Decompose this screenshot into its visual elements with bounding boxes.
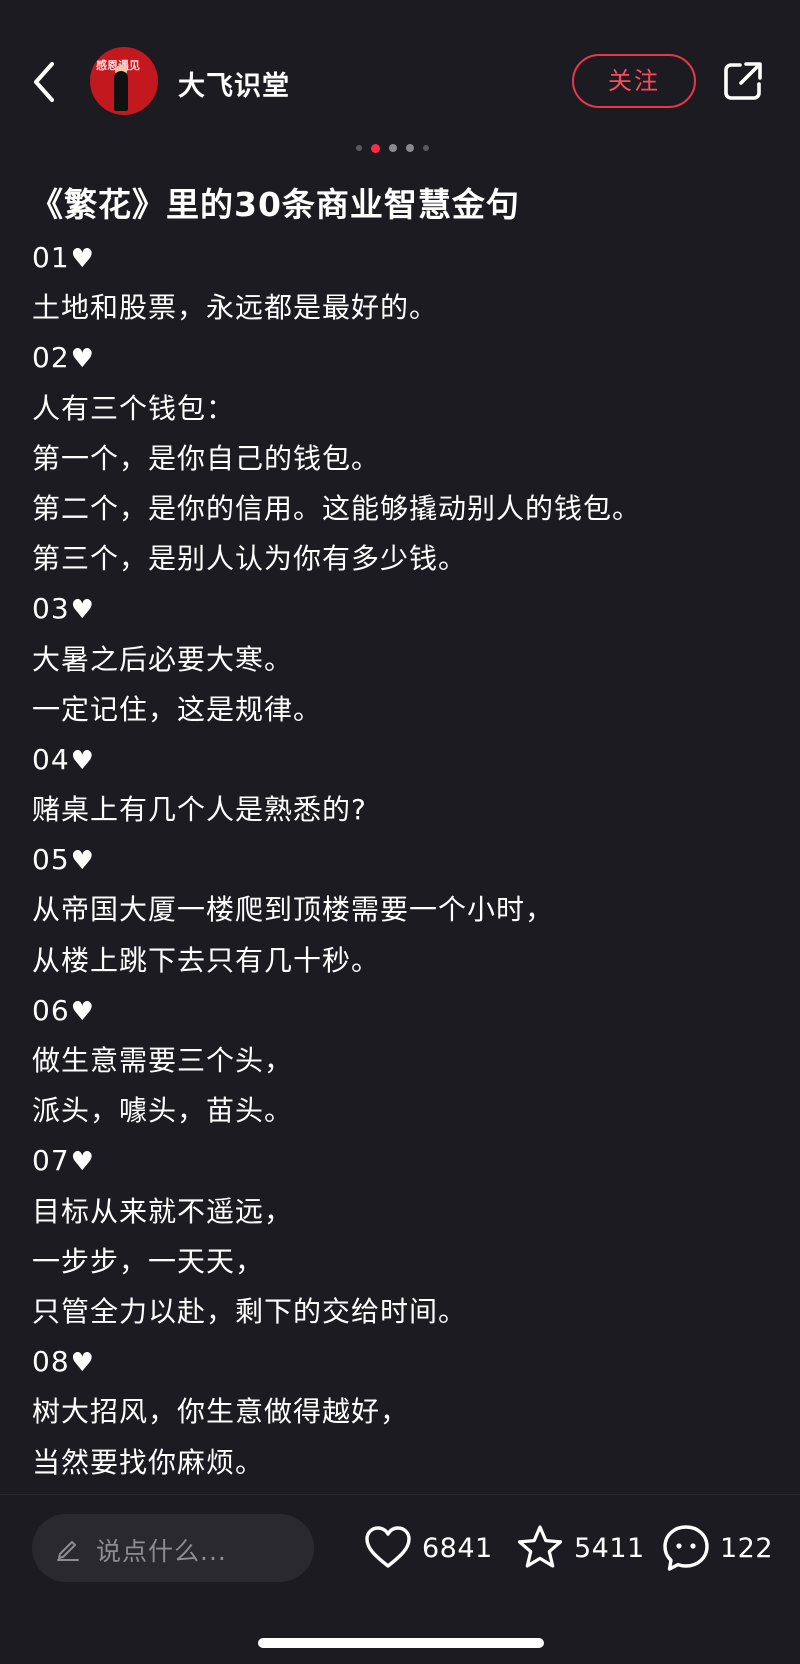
- quote-text-label: 人有三个钱包：: [32, 391, 236, 425]
- pager-dot: [406, 144, 414, 152]
- quote-text-label: 大暑之后必要大寒。: [32, 642, 294, 676]
- quote-text-label: 当然要找你麻烦。: [32, 1445, 265, 1479]
- heart-icon: ♥: [70, 1348, 95, 1379]
- quote-number-label: 04: [32, 742, 70, 776]
- like-count: 6841: [422, 1532, 493, 1564]
- heart-icon: ♥: [70, 846, 95, 877]
- post-detail-screen: 感恩遇见 大飞识堂 关注 《繁花》里的30条商业智慧金句 01♥土地和股票，永远…: [0, 0, 800, 1664]
- heart-icon: ♥: [70, 996, 95, 1027]
- image-pager-dots: [356, 143, 429, 153]
- pager-dot: [389, 144, 397, 152]
- comment-input[interactable]: 说点什么...: [32, 1514, 314, 1582]
- quote-number-label: 08: [32, 1345, 70, 1379]
- favorite-button[interactable]: 5411: [514, 1520, 645, 1576]
- pager-dot: [423, 145, 429, 151]
- quote-text-label: 目标从来就不遥远，: [32, 1194, 294, 1228]
- quote-number-label: 01: [32, 241, 70, 274]
- share-button[interactable]: [722, 60, 764, 102]
- quote-text: 赌桌上有几个人是熟悉的?: [32, 785, 772, 835]
- quote-text-label: 赌桌上有几个人是熟悉的?: [32, 793, 367, 827]
- quote-text: 只管全力以赴，剩下的交给时间。: [32, 1287, 772, 1337]
- quote-text: 一定记住，这是规律。: [32, 685, 772, 735]
- quote-text-label: 土地和股票，永远都是最好的。: [32, 291, 439, 325]
- comment-count: 122: [720, 1532, 774, 1564]
- avatar[interactable]: 感恩遇见: [90, 47, 158, 115]
- quote-text-label: 从楼上跳下去只有几十秒。: [32, 943, 381, 977]
- pager-dot: [356, 145, 362, 151]
- heart-icon: ♥: [70, 745, 95, 776]
- bottom-divider: [0, 1494, 800, 1495]
- quote-text-label: 树大招风，你生意做得越好，: [32, 1395, 410, 1429]
- heart-icon: ♥: [70, 244, 95, 274]
- quote-text-label: 一步步，一天天，: [32, 1244, 265, 1278]
- quote-text: 当然要找你麻烦。: [32, 1438, 772, 1488]
- quote-text-label: 第一个，是你自己的钱包。: [32, 441, 381, 475]
- quote-number: 05♥: [32, 835, 772, 885]
- quote-text: 从楼上跳下去只有几十秒。: [32, 936, 772, 986]
- quote-text: 树大招风，你生意做得越好，: [32, 1387, 772, 1437]
- quote-text: 从帝国大厦一楼爬到顶楼需要一个小时，: [32, 885, 772, 935]
- quote-text: 目标从来就不遥远，: [32, 1187, 772, 1237]
- quote-number-label: 05: [32, 843, 70, 877]
- follow-button[interactable]: 关注: [572, 54, 696, 108]
- quote-number: 01♥: [32, 233, 772, 283]
- quote-text-label: 派头，噱头，苗头。: [32, 1094, 294, 1128]
- quote-text: 做生意需要三个头，: [32, 1036, 772, 1086]
- quote-text: 人有三个钱包：: [32, 384, 772, 434]
- heart-icon: ♥: [70, 344, 95, 375]
- quote-number: 06♥: [32, 986, 772, 1036]
- back-button[interactable]: [28, 56, 68, 108]
- quote-text-label: 一定记住，这是规律。: [32, 692, 323, 726]
- chevron-left-icon: [34, 62, 54, 102]
- quote-text: 土地和股票，永远都是最好的。: [32, 283, 772, 333]
- favorite-count: 5411: [574, 1532, 645, 1564]
- like-button[interactable]: 6841: [362, 1520, 493, 1576]
- quote-number: 03♥: [32, 584, 772, 634]
- quote-number: 07♥: [32, 1136, 772, 1186]
- home-indicator[interactable]: [258, 1638, 544, 1648]
- quote-text: 派头，噱头，苗头。: [32, 1086, 772, 1136]
- quote-text: 大暑之后必要大寒。: [32, 635, 772, 685]
- quote-text: 第一个，是你自己的钱包。: [32, 434, 772, 484]
- quote-number: 08♥: [32, 1337, 772, 1387]
- post-header: 感恩遇见 大飞识堂 关注: [0, 0, 800, 140]
- quote-text-label: 做生意需要三个头，: [32, 1044, 294, 1077]
- quote-text-label: 只管全力以赴，剩下的交给时间。: [32, 1294, 468, 1328]
- quote-number: 04♥: [32, 735, 772, 785]
- quote-number-label: 07: [32, 1144, 70, 1178]
- quote-text-label: 第三个，是别人认为你有多少钱。: [32, 542, 468, 576]
- quote-text: 第二个，是你的信用。这能够撬动别人的钱包。: [32, 484, 772, 534]
- quote-text-label: 从帝国大厦一楼爬到顶楼需要一个小时，: [32, 893, 555, 927]
- star-outline-icon: [517, 1525, 563, 1568]
- heart-icon: ♥: [70, 595, 95, 626]
- pager-dot-active: [371, 143, 380, 153]
- post-title: 《繁花》里的30条商业智慧金句: [30, 185, 520, 224]
- quote-number-label: 06: [32, 993, 70, 1027]
- heart-icon: ♥: [70, 1147, 95, 1178]
- heart-outline-icon: [365, 1526, 411, 1568]
- pencil-icon: [57, 1541, 79, 1561]
- quote-number-label: 03: [32, 592, 70, 626]
- share-external-icon: [724, 62, 762, 100]
- comments-button[interactable]: 122: [660, 1520, 773, 1576]
- avatar-person-body: [114, 71, 128, 111]
- quote-text: 第三个，是别人认为你有多少钱。: [32, 534, 772, 584]
- quote-text-label: 第二个，是你的信用。这能够撬动别人的钱包。: [32, 491, 642, 525]
- quote-number: 02♥: [32, 333, 772, 383]
- quote-text: 一步步，一天天，: [32, 1237, 772, 1287]
- author-name[interactable]: 大飞识堂: [178, 64, 290, 103]
- post-body: 01♥ 土地和股票，永远都是最好的。 02♥ 人有三个钱包： 第一个，是你自己的钱包。第…: [32, 233, 772, 1488]
- comment-placeholder: 说点什么...: [96, 1537, 227, 1566]
- chat-bubble-icon: [663, 1525, 709, 1571]
- quote-number-label: 02: [32, 341, 70, 375]
